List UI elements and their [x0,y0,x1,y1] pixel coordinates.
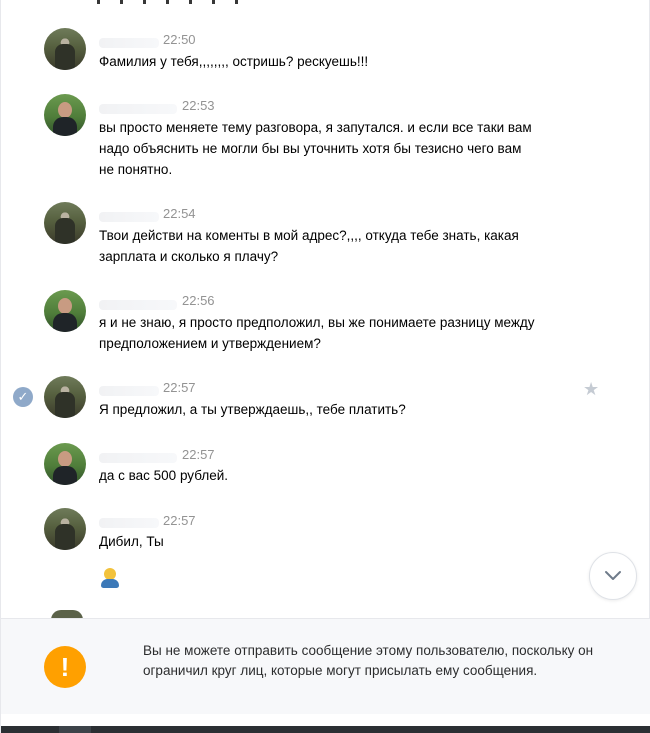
message-text: Я предложил, а ты утверждаешь,, тебе пла… [99,402,406,417]
message-text: да с вас 500 рублей. [99,468,229,483]
message-history[interactable]: 22:50 Фамилия у тебя,,,,,,,, остришь? ре… [0,0,650,733]
message-time[interactable]: 22:54 [163,206,196,221]
author-name-blurred [99,386,159,396]
message-text: Фамилия у тебя,,,,,,,, остришь? рескуешь… [99,54,369,69]
avatar[interactable] [44,94,86,136]
notice-text: Вы не можете отправить сообщение этому п… [143,643,594,678]
author-name-blurred [99,212,159,222]
message-text: Твои действи на коменты в мой адрес?,,,,… [99,228,519,264]
author-name-blurred [99,104,177,114]
avatar[interactable] [44,508,86,550]
message-time[interactable]: 22:53 [182,98,215,113]
man-yellow-hair-emoji [99,567,121,589]
author-name-blurred [99,300,177,310]
avatar[interactable] [44,202,86,244]
write-restricted-notice: ! Вы не можете отправить сообщение этому… [1,618,650,715]
author-name-blurred [99,38,159,48]
avatar[interactable] [44,443,86,485]
message-text: Дибил, Ты [99,534,164,549]
message-time[interactable]: 22:50 [163,32,196,47]
previous-message-cropped [97,0,267,4]
message-time[interactable]: 22:57 [163,513,196,528]
avatar[interactable] [44,376,86,418]
exclamation-icon: ! [44,646,86,688]
message-time[interactable]: 22:57 [182,447,215,462]
author-name-blurred [99,453,177,463]
avatar[interactable] [44,290,86,332]
author-name-blurred [99,518,159,528]
message-time[interactable]: 22:57 [163,380,196,395]
message-text: я и не знаю, я просто предположил, вы же… [99,315,535,351]
star-icon[interactable]: ★ [583,379,599,399]
selected-check-icon[interactable]: ✓ [13,387,33,407]
message-text: вы просто меняете тему разговора, я запу… [99,120,532,177]
message-time[interactable]: 22:56 [182,293,215,308]
bottom-edge [1,714,650,733]
chevron-down-icon [605,571,621,580]
avatar[interactable] [44,28,86,70]
scroll-down-button[interactable] [589,552,637,600]
